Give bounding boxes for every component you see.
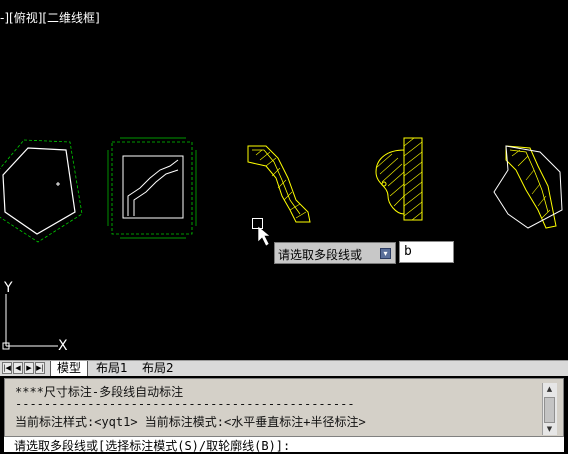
drawing-viewport[interactable]: -][俯视][二维线框] Y X 请选取多段线或 ▾ b (0, 0, 568, 360)
tab-layout2[interactable]: 布局2 (136, 361, 180, 376)
shape-profile-dimensioned (107, 137, 197, 239)
tooltip-text: 请选取多段线或 (278, 248, 363, 262)
shape-polygon-dimensioned (0, 139, 83, 243)
ucs-axis-icon: Y X (2, 280, 68, 354)
last-icon[interactable]: ▶| (35, 362, 45, 374)
drawing-canvas[interactable]: Y X (0, 0, 568, 360)
command-input-text[interactable]: 请选取多段线或[选择标注模式(S)/取轮廓线(B)]: (14, 437, 290, 454)
scroll-thumb[interactable] (544, 397, 555, 423)
layout-tab-bar: |◀ ◀ ▶ ▶| 模型 布局1 布局2 (0, 360, 568, 376)
tab-model[interactable]: 模型 (50, 361, 89, 376)
pickbox-cursor-icon (252, 218, 263, 229)
dynamic-input-tooltip: 请选取多段线或 ▾ (274, 242, 396, 264)
command-history-line2: ----------------------------------------… (15, 397, 355, 411)
arrow-cursor-icon (257, 225, 271, 247)
command-window: ****尺寸标注-多段线自动标注 -----------------------… (0, 376, 568, 453)
ucs-y-label: Y (3, 280, 13, 296)
tab-layout1[interactable]: 布局1 (90, 361, 134, 376)
next-icon[interactable]: ▶ (24, 362, 34, 374)
first-icon[interactable]: |◀ (2, 362, 12, 374)
ucs-x-label: X (58, 338, 68, 354)
scroll-down-icon[interactable]: ▼ (543, 423, 556, 435)
scroll-up-icon[interactable]: ▲ (543, 383, 556, 395)
shape-molding-hatched (247, 145, 311, 223)
shape-section-hatched (375, 137, 423, 221)
dynamic-input-field[interactable]: b (399, 241, 454, 263)
prev-icon[interactable]: ◀ (13, 362, 23, 374)
command-history-line3: 当前标注样式:<yqt1> 当前标注模式:<水平垂直标注+半径标注> (15, 415, 366, 429)
shape-molding-outline (493, 145, 563, 229)
dropdown-arrow-icon[interactable]: ▾ (380, 248, 391, 259)
command-scrollbar[interactable]: ▲ ▼ (542, 383, 557, 435)
